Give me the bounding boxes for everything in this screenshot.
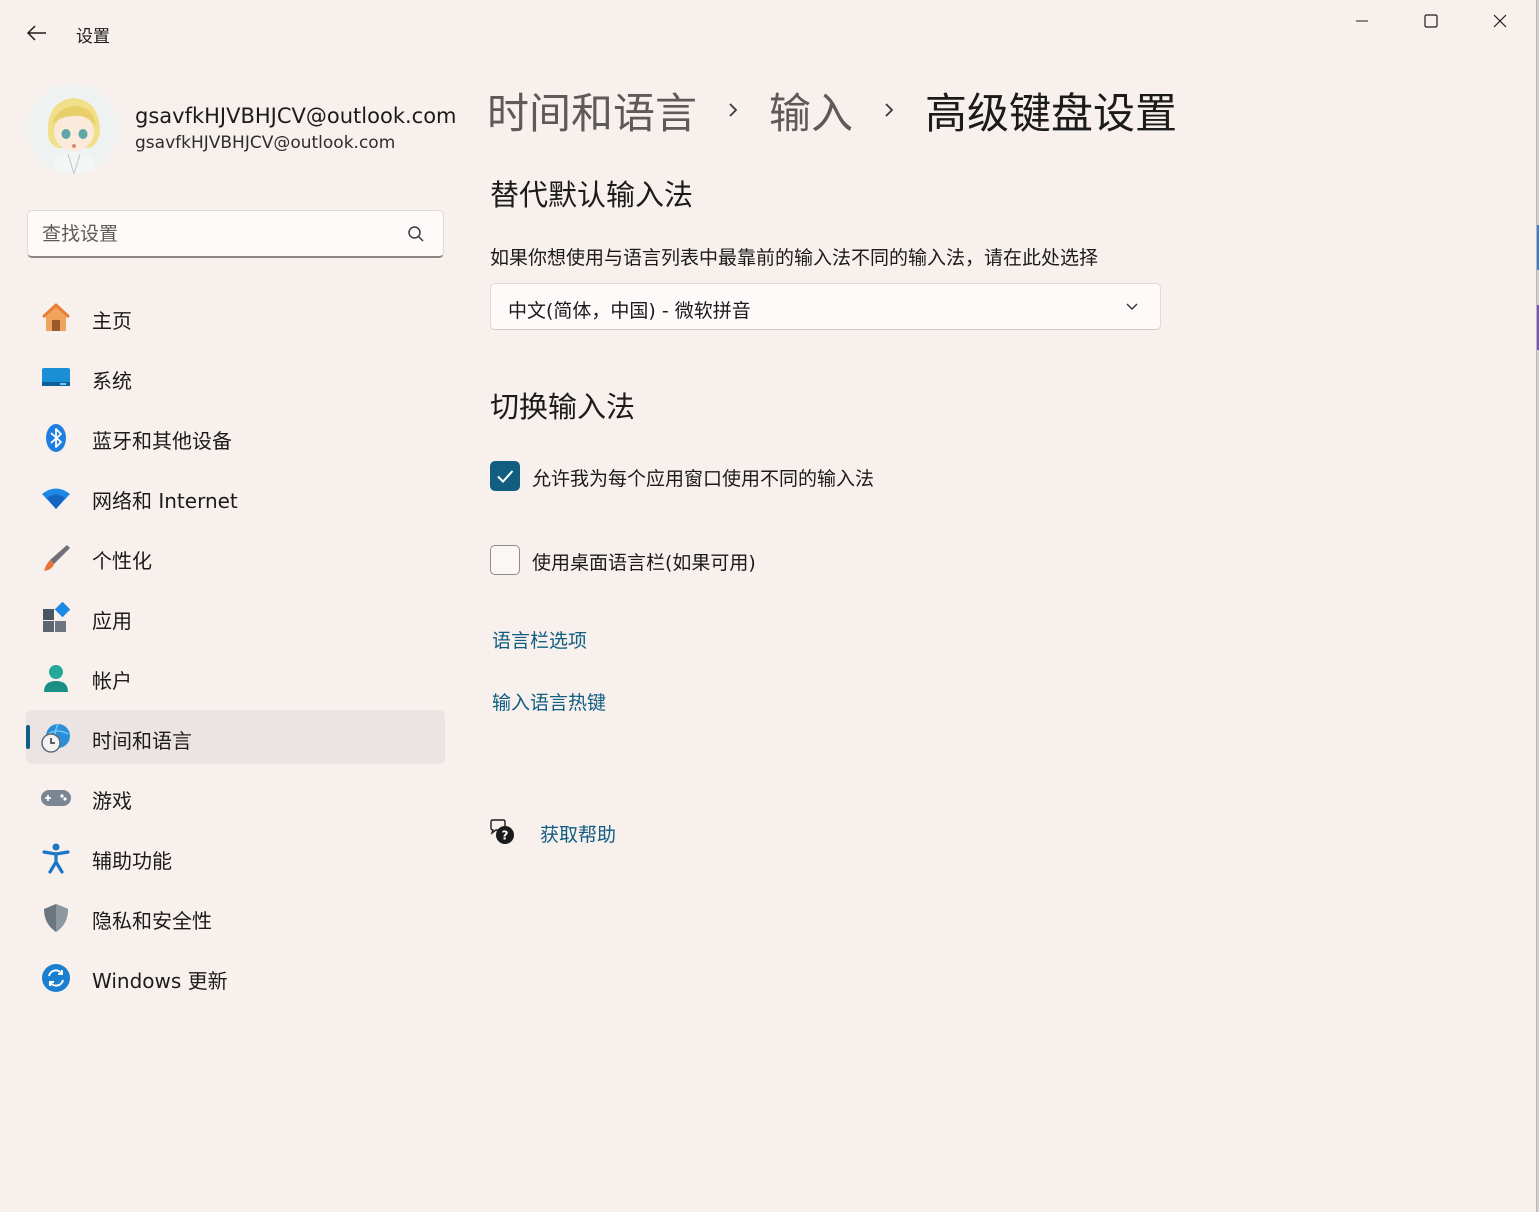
per-app-ime-label[interactable]: 允许我为每个应用窗口使用不同的输入法 xyxy=(532,464,874,491)
sidebar-item-label: 时间和语言 xyxy=(92,729,192,753)
brush-icon xyxy=(39,541,73,575)
sidebar-item-label: 隐私和安全性 xyxy=(92,909,212,933)
update-icon xyxy=(39,961,73,995)
minimize-icon xyxy=(1356,20,1368,22)
sidebar-item-accounts[interactable]: 帐户 xyxy=(26,650,445,704)
back-button[interactable] xyxy=(22,18,52,48)
default-ime-dropdown[interactable]: 中文(简体，中国) - 微软拼音 xyxy=(490,283,1161,330)
avatar-image xyxy=(28,84,118,174)
maximize-icon xyxy=(1424,14,1438,28)
desktop-language-bar-label[interactable]: 使用桌面语言栏(如果可用) xyxy=(532,548,756,575)
language-bar-options-link[interactable]: 语言栏选项 xyxy=(492,626,587,653)
accessibility-icon xyxy=(39,841,73,875)
sidebar-item-label: 辅助功能 xyxy=(92,849,172,873)
sidebar-nav: 主页 系统 蓝牙和其他设备 网络和 Internet 个性化 应用 帐户 时间和… xyxy=(26,290,445,1010)
sidebar-item-system[interactable]: 系统 xyxy=(26,350,445,404)
gamepad-icon xyxy=(39,781,73,815)
page-title: 高级键盘设置 xyxy=(925,88,1178,138)
breadcrumb-input[interactable]: 输入 xyxy=(769,80,853,141)
sidebar-item-apps[interactable]: 应用 xyxy=(26,590,445,644)
time-language-icon xyxy=(39,721,73,755)
breadcrumb-time-language[interactable]: 时间和语言 xyxy=(487,80,697,141)
back-arrow-icon xyxy=(27,25,46,41)
sidebar-item-label: 主页 xyxy=(92,309,132,333)
section-title-default-ime: 替代默认输入法 xyxy=(490,178,694,212)
maximize-button[interactable] xyxy=(1401,6,1461,36)
search-box[interactable] xyxy=(27,210,444,258)
sidebar-item-network[interactable]: 网络和 Internet xyxy=(26,470,445,524)
user-name: gsavfkHJVBHJCV@outlook.com xyxy=(135,104,457,128)
app-title: 设置 xyxy=(76,27,110,47)
avatar[interactable] xyxy=(28,84,118,174)
per-app-ime-checkbox[interactable] xyxy=(490,461,520,491)
get-help-link[interactable]: 获取帮助 xyxy=(540,820,616,847)
sidebar-item-windows-update[interactable]: Windows 更新 xyxy=(26,950,445,1004)
wifi-icon xyxy=(39,481,73,515)
checkmark-icon xyxy=(497,470,514,483)
dropdown-selected-value: 中文(简体，中国) - 微软拼音 xyxy=(508,300,751,322)
sidebar-item-label: 个性化 xyxy=(92,549,152,573)
sidebar-item-time-language[interactable]: 时间和语言 xyxy=(26,710,445,764)
svg-text:?: ? xyxy=(502,829,509,843)
search-icon[interactable] xyxy=(406,224,426,244)
search-input[interactable] xyxy=(42,219,392,249)
help-icon: ? xyxy=(490,819,514,844)
apps-icon xyxy=(39,601,73,635)
chevron-down-icon xyxy=(1126,303,1138,310)
close-icon xyxy=(1493,14,1507,28)
section-title-switch-ime: 切换输入法 xyxy=(490,390,636,424)
sidebar-item-label: 应用 xyxy=(92,609,132,633)
sidebar-item-gaming[interactable]: 游戏 xyxy=(26,770,445,824)
settings-window: 设置 gsavfkHJVBHJCV@outlook.com gsavfkHJVB… xyxy=(0,0,1537,1212)
input-language-hotkeys-link[interactable]: 输入语言热键 xyxy=(492,688,606,715)
sidebar-item-label: 帐户 xyxy=(92,669,132,693)
sidebar-item-personalization[interactable]: 个性化 xyxy=(26,530,445,584)
desktop-language-bar-checkbox[interactable] xyxy=(490,545,520,575)
section-description: 如果你想使用与语言列表中最靠前的输入法不同的输入法，请在此处选择 xyxy=(490,247,1099,269)
active-indicator xyxy=(26,725,30,749)
home-icon xyxy=(39,301,73,335)
breadcrumb: 时间和语言 输入 高级键盘设置 xyxy=(487,80,1177,140)
minimize-button[interactable] xyxy=(1332,6,1392,36)
close-button[interactable] xyxy=(1470,6,1530,36)
sidebar-item-home[interactable]: 主页 xyxy=(26,290,445,344)
bluetooth-icon xyxy=(39,421,73,455)
sidebar-item-label: 游戏 xyxy=(92,789,132,813)
sidebar-item-label: 系统 xyxy=(92,369,132,393)
sidebar-item-accessibility[interactable]: 辅助功能 xyxy=(26,830,445,884)
chevron-right-icon xyxy=(697,101,769,119)
sidebar-item-label: 蓝牙和其他设备 xyxy=(92,429,232,453)
sidebar-item-bluetooth[interactable]: 蓝牙和其他设备 xyxy=(26,410,445,464)
user-email: gsavfkHJVBHJCV@outlook.com xyxy=(135,133,396,153)
shield-icon xyxy=(39,901,73,935)
sidebar-item-label: Windows 更新 xyxy=(92,969,228,993)
chevron-right-icon xyxy=(853,101,925,119)
sidebar-item-privacy[interactable]: 隐私和安全性 xyxy=(26,890,445,944)
title-bar: 设置 xyxy=(0,0,1536,64)
account-icon xyxy=(39,661,73,695)
system-icon xyxy=(39,361,73,395)
sidebar-item-label: 网络和 Internet xyxy=(92,489,238,513)
